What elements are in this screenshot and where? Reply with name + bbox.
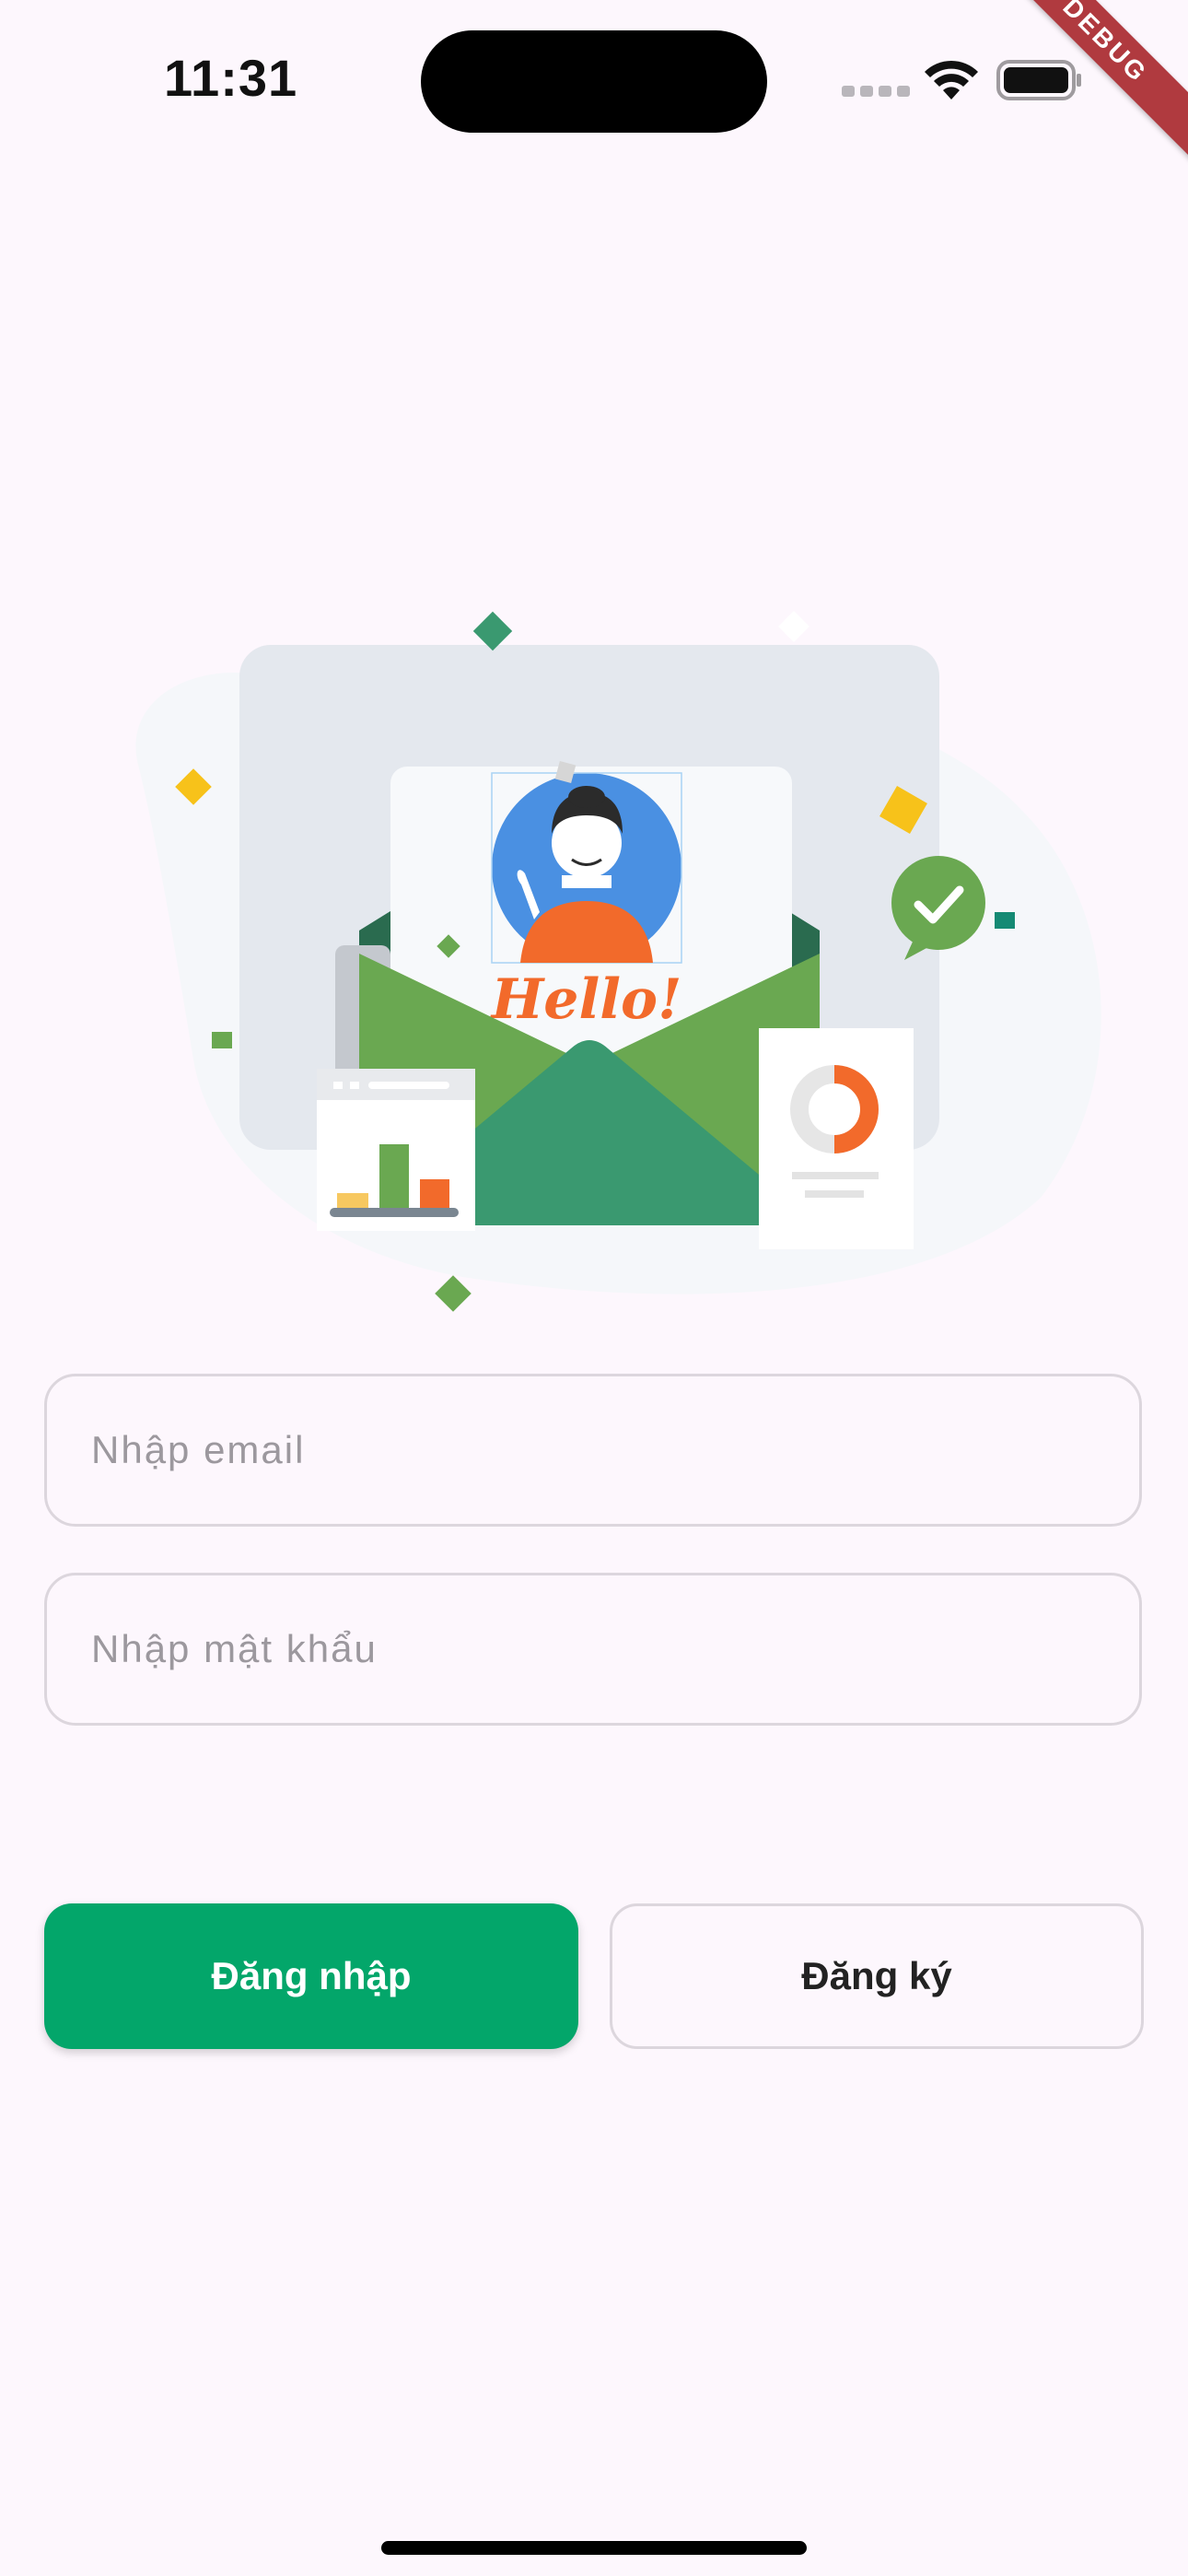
wifi-icon (925, 60, 978, 100)
hello-text: Hello! (490, 967, 682, 1032)
home-indicator[interactable] (381, 2541, 807, 2555)
cellular-signal-icon (842, 85, 915, 101)
password-field[interactable] (44, 1573, 1142, 1726)
login-button[interactable]: Đăng nhập (44, 1903, 578, 2049)
hello-illustration: Hello! (135, 611, 1101, 1312)
check-badge-icon (891, 856, 985, 950)
status-time: 11:31 (164, 49, 298, 107)
status-bar: 11:31 (0, 0, 1188, 157)
confetti-shape (472, 611, 513, 651)
email-input[interactable] (47, 1376, 1139, 1524)
register-button[interactable]: Đăng ký (610, 1903, 1144, 2049)
battery-icon (996, 60, 1081, 100)
dynamic-island (421, 30, 767, 133)
password-input[interactable] (47, 1575, 1139, 1723)
email-field[interactable] (44, 1374, 1142, 1527)
